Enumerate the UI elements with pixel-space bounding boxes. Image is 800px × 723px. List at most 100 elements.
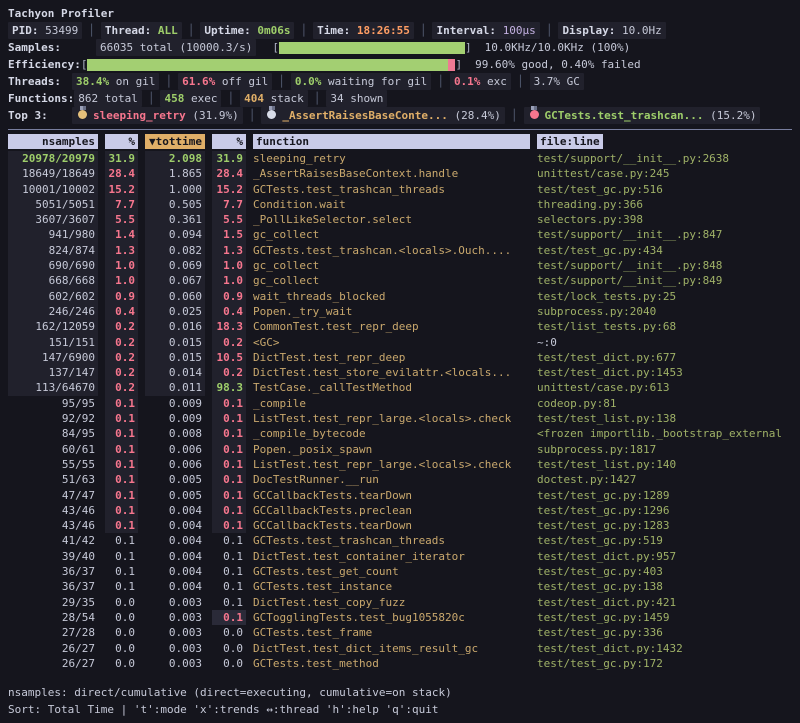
fileline-cell: test/test_gc.py:434 <box>537 243 792 258</box>
table-row[interactable]: 20978/2097931.92.09831.9sleeping_retryte… <box>8 151 792 166</box>
tottime-cell: 0.004 <box>145 518 205 533</box>
table-row[interactable]: 26/270.00.0030.0DictTest.test_dict_items… <box>8 641 792 656</box>
function-cell: <GC> <box>253 335 530 350</box>
nsamples-cell: 3607/3607 <box>8 212 98 227</box>
function-cell: wait_threads_blocked <box>253 289 530 304</box>
function-cell: Condition.wait <box>253 197 530 212</box>
table-row[interactable]: 246/2460.40.0250.4Popen._try_waitsubproc… <box>8 304 792 319</box>
direct-pct-cell: 0.2 <box>105 350 138 365</box>
nsamples-cell: 28/54 <box>8 610 98 625</box>
fileline-cell: test/test_gc.py:519 <box>537 533 792 548</box>
table-row[interactable]: 29/350.00.0030.1DictTest.test_copy_fuzzt… <box>8 595 792 610</box>
table-row[interactable]: 28/540.00.0030.1GCTogglingTests.test_bug… <box>8 610 792 625</box>
efficiency-bar-failed <box>448 59 455 71</box>
functions-text: stack <box>264 92 304 105</box>
top3-item[interactable]: _AssertRaisesBaseConte... (28.4%) <box>261 107 505 124</box>
footer: nsamples: direct/cumulative (direct=exec… <box>8 684 792 718</box>
functions-label: Functions: <box>8 90 74 107</box>
cum-pct-cell: 0.1 <box>212 518 246 533</box>
function-cell: GCTogglingTests.test_bug1055820c <box>253 610 530 625</box>
nsamples-cell: 36/37 <box>8 579 98 594</box>
divider <box>8 129 792 130</box>
table-row[interactable]: 95/950.10.0090.1_compilecodeop.py:81 <box>8 396 792 411</box>
table-row[interactable]: 47/470.10.0050.1GCCallbackTests.tearDown… <box>8 488 792 503</box>
fileline-cell: subprocess.py:1817 <box>537 442 792 457</box>
table-row[interactable]: 602/6020.90.0600.9wait_threads_blockedte… <box>8 289 792 304</box>
fileline-cell: test/test_gc.py:516 <box>537 182 792 197</box>
table-row[interactable]: 51/630.10.0050.1DocTestRunner.__rundocte… <box>8 472 792 487</box>
table-row[interactable]: 668/6681.00.0671.0gc_collecttest/support… <box>8 273 792 288</box>
table-row[interactable]: 151/1510.20.0150.2<GC>~:0 <box>8 335 792 350</box>
table-row[interactable]: 36/370.10.0040.1GCTests.test_get_countte… <box>8 564 792 579</box>
table-row[interactable]: 84/950.10.0080.1_compile_bytecode<frozen… <box>8 426 792 441</box>
table-row[interactable]: 36/370.10.0040.1GCTests.test_instancetes… <box>8 579 792 594</box>
table-row[interactable]: 43/460.10.0040.1GCCallbackTests.preclean… <box>8 503 792 518</box>
direct-pct-cell: 0.0 <box>105 595 138 610</box>
top3-percent: (28.4%) <box>448 109 501 122</box>
table-row[interactable]: 941/9801.40.0941.5gc_collecttest/support… <box>8 227 792 242</box>
header-col-cum-pct[interactable]: % <box>212 134 246 149</box>
tottime-cell: 0.082 <box>145 243 205 258</box>
table-row[interactable]: 27/280.00.0030.0GCTests.test_frametest/t… <box>8 625 792 640</box>
function-cell: GCTests.test_trashcan_threads <box>253 533 530 548</box>
table-row[interactable]: 147/69000.20.01510.5DictTest.test_repr_d… <box>8 350 792 365</box>
table-row[interactable]: 60/610.10.0060.1Popen._posix_spawnsubpro… <box>8 442 792 457</box>
fileline-cell: test/support/__init__.py:847 <box>537 227 792 242</box>
table-row[interactable]: 162/120590.20.01618.3CommonTest.test_rep… <box>8 319 792 334</box>
cum-pct-cell: 1.0 <box>212 258 246 273</box>
fileline-cell: threading.py:366 <box>537 197 792 212</box>
threads-value: 0.0% <box>295 75 322 88</box>
table-row[interactable]: 690/6901.00.0691.0gc_collecttest/support… <box>8 258 792 273</box>
table-row[interactable]: 26/270.00.0030.0GCTests.test_methodtest/… <box>8 656 792 671</box>
functions-text: total <box>98 92 138 105</box>
top3-label: Top 3: <box>8 107 72 124</box>
cum-pct-cell: 0.2 <box>212 365 246 380</box>
samples-line: Samples: 66035 total (10000.3/s) [] 10.0… <box>8 39 792 56</box>
separator: │ <box>505 107 524 124</box>
table-row[interactable]: 92/920.10.0090.1ListTest.test_repr_large… <box>8 411 792 426</box>
function-cell: Popen._try_wait <box>253 304 530 319</box>
tottime-cell: 2.098 <box>145 151 205 166</box>
table-row[interactable]: 43/460.10.0040.1GCCallbackTests.tearDown… <box>8 518 792 533</box>
table-row[interactable]: 5051/50517.70.5057.7Condition.waitthread… <box>8 197 792 212</box>
header-col-function[interactable]: function <box>253 134 530 149</box>
table-row[interactable]: 10001/1000215.21.00015.2GCTests.test_tra… <box>8 182 792 197</box>
table-row[interactable]: 824/8741.30.0821.3GCTests.test_trashcan.… <box>8 243 792 258</box>
table-row[interactable]: 39/400.10.0040.1DictTest.test_container_… <box>8 549 792 564</box>
function-cell: GCTests.test_instance <box>253 579 530 594</box>
page-title: Tachyon Profiler <box>8 5 114 22</box>
threads-text: exc <box>480 75 507 88</box>
keybindings-help: Sort: Total Time | 't':mode 'x':trends ↔… <box>8 701 792 718</box>
table-row[interactable]: 137/1470.20.0140.2DictTest.test_store_ev… <box>8 365 792 380</box>
function-cell: GCCallbackTests.tearDown <box>253 518 530 533</box>
tottime-cell: 0.004 <box>145 579 205 594</box>
thread-field[interactable]: Thread: ALL <box>101 22 182 39</box>
tottime-cell: 0.361 <box>145 212 205 227</box>
nsamples-cell: 95/95 <box>8 396 98 411</box>
table-row[interactable]: 18649/1864928.41.86528.4_AssertRaisesBas… <box>8 166 792 181</box>
table-row[interactable]: 113/646700.20.01198.3TestCase._callTestM… <box>8 380 792 395</box>
fileline-cell: test/test_gc.py:172 <box>537 656 792 671</box>
header-col-nsamples[interactable]: nsamples <box>8 134 98 149</box>
tottime-cell: 0.003 <box>145 641 205 656</box>
pid-value: 53499 <box>45 24 78 37</box>
tottime-cell: 0.003 <box>145 595 205 610</box>
top3-item[interactable]: GCTests.test_trashcan... (15.2%) <box>524 107 761 124</box>
header-col-tottime[interactable]: ▼tottime <box>145 134 205 149</box>
table-row[interactable]: 55/550.10.0060.1ListTest.test_repr_large… <box>8 457 792 472</box>
fileline-cell: test/test_dict.py:957 <box>537 549 792 564</box>
cum-pct-cell: 15.2 <box>212 182 246 197</box>
nsamples-cell: 602/602 <box>8 289 98 304</box>
cum-pct-cell: 0.1 <box>212 457 246 472</box>
threads-text: waiting for gil <box>321 75 427 88</box>
functions-value: 34 <box>330 92 343 105</box>
function-cell: DictTest.test_copy_fuzz <box>253 595 530 610</box>
fileline-cell: test/test_gc.py:336 <box>537 625 792 640</box>
cum-pct-cell: 0.1 <box>212 610 246 625</box>
top3-item[interactable]: sleeping_retry (31.9%) <box>72 107 243 124</box>
header-col-fileline[interactable]: file:line <box>537 134 603 149</box>
pid-label: PID: <box>12 24 39 37</box>
table-row[interactable]: 3607/36075.50.3615.5_PollLikeSelector.se… <box>8 212 792 227</box>
table-row[interactable]: 41/420.10.0040.1GCTests.test_trashcan_th… <box>8 533 792 548</box>
header-col-direct-pct[interactable]: % <box>105 134 138 149</box>
